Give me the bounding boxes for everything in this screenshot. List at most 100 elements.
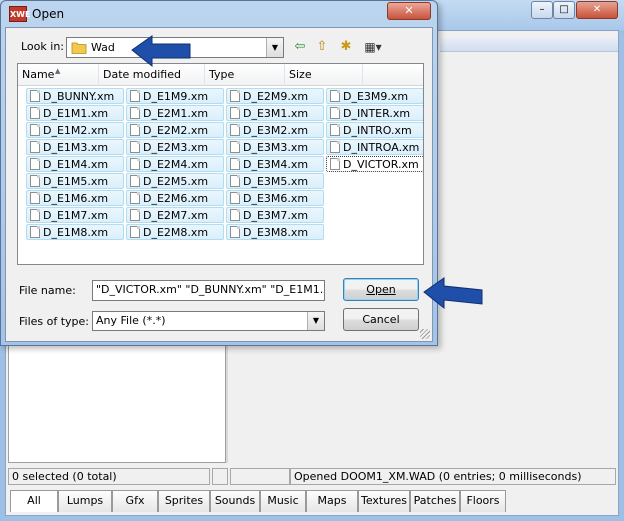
cancel-button[interactable]: Cancel: [343, 308, 419, 331]
file-name: D_E3M3.xm: [243, 141, 309, 154]
tab-all[interactable]: All: [10, 490, 58, 512]
file-item[interactable]: D_E3M4.xm: [226, 156, 324, 172]
file-icon: [130, 175, 140, 187]
dialog-close-button[interactable]: ✕: [387, 2, 431, 20]
file-item[interactable]: D_INTER.xm: [326, 105, 423, 121]
file-name: D_VICTOR.xm: [343, 158, 419, 171]
file-icon: [230, 141, 240, 153]
file-item[interactable]: D_E3M7.xm: [226, 207, 324, 223]
file-name: D_INTRO.xm: [343, 124, 412, 137]
status-message: Opened DOOM1_XM.WAD (0 entries; 0 millis…: [290, 468, 616, 485]
file-item[interactable]: D_E2M9.xm: [226, 88, 324, 104]
entry-list-panel[interactable]: [8, 337, 226, 463]
minimize-button[interactable]: –: [531, 1, 553, 19]
file-item[interactable]: D_E1M8.xm: [26, 224, 124, 240]
file-list[interactable]: ▲ Name Date modified Type Size D_BUNNY.x…: [17, 63, 424, 265]
file-name: D_E2M9.xm: [243, 90, 309, 103]
maximize-button[interactable]: □: [553, 1, 575, 19]
file-icon: [30, 192, 40, 204]
file-item[interactable]: D_E1M7.xm: [26, 207, 124, 223]
file-item[interactable]: D_E2M2.xm: [126, 122, 224, 138]
file-item[interactable]: D_E2M8.xm: [126, 224, 224, 240]
dialog-body: Look in: Wad ▼ ⇦ ⇧ ✱ ▦▾ ▲ Name Date modi…: [5, 27, 433, 342]
open-button-label: Open: [366, 283, 396, 296]
file-item[interactable]: D_E1M5.xm: [26, 173, 124, 189]
file-item[interactable]: D_INTRO.xm: [326, 122, 423, 138]
tab-sounds[interactable]: Sounds: [210, 490, 260, 512]
file-item[interactable]: D_E2M4.xm: [126, 156, 224, 172]
tab-patches[interactable]: Patches: [410, 490, 460, 512]
file-name: D_E1M5.xm: [43, 175, 109, 188]
file-name: D_E2M1.xm: [143, 107, 209, 120]
file-item[interactable]: D_E1M2.xm: [26, 122, 124, 138]
file-icon: [230, 175, 240, 187]
file-icon: [130, 124, 140, 136]
file-item[interactable]: D_E3M1.xm: [226, 105, 324, 121]
open-button[interactable]: Open: [343, 278, 419, 301]
tab-lumps[interactable]: Lumps: [58, 490, 112, 512]
xwe-app-icon: XWE: [9, 6, 30, 22]
resize-grip[interactable]: [420, 329, 430, 339]
file-item[interactable]: D_E2M7.xm: [126, 207, 224, 223]
column-name-label: Name: [22, 68, 55, 81]
file-name: D_E2M6.xm: [143, 192, 209, 205]
file-name: D_E2M3.xm: [143, 141, 209, 154]
file-icon: [30, 107, 40, 119]
file-item[interactable]: D_E3M2.xm: [226, 122, 324, 138]
file-item[interactable]: D_E2M5.xm: [126, 173, 224, 189]
view-menu-icon[interactable]: ▦▾: [359, 37, 387, 57]
file-item[interactable]: D_E3M3.xm: [226, 139, 324, 155]
look-in-label: Look in:: [21, 40, 64, 53]
column-size[interactable]: Size: [285, 64, 363, 86]
file-item[interactable]: D_E1M1.xm: [26, 105, 124, 121]
tab-gfx[interactable]: Gfx: [112, 490, 158, 512]
chevron-down-icon[interactable]: ▼: [266, 38, 283, 57]
file-item[interactable]: D_VICTOR.xm: [326, 156, 423, 172]
file-item[interactable]: D_E3M6.xm: [226, 190, 324, 206]
file-item[interactable]: D_E3M5.xm: [226, 173, 324, 189]
file-name: D_E2M2.xm: [143, 124, 209, 137]
folder-icon: [71, 42, 87, 54]
dialog-titlebar[interactable]: XWE Open ✕: [1, 1, 437, 27]
back-arrow-icon[interactable]: ⇦: [289, 37, 311, 57]
up-folder-icon[interactable]: ⇧: [311, 37, 333, 57]
new-folder-icon[interactable]: ✱: [335, 37, 357, 57]
annotation-arrow-icon: [131, 35, 191, 68]
column-type[interactable]: Type: [205, 64, 285, 86]
file-icon: [130, 141, 140, 153]
chevron-down-icon[interactable]: ▼: [307, 312, 324, 330]
file-item[interactable]: D_E1M6.xm: [26, 190, 124, 206]
tab-maps[interactable]: Maps: [306, 490, 358, 512]
file-name: D_E3M6.xm: [243, 192, 309, 205]
column-name[interactable]: ▲ Name: [18, 64, 99, 86]
file-item[interactable]: D_E2M3.xm: [126, 139, 224, 155]
annotation-arrow-icon: [423, 277, 483, 310]
file-item[interactable]: D_E1M9.xm: [126, 88, 224, 104]
sort-ascending-icon: ▲: [55, 67, 61, 75]
file-name: D_E1M2.xm: [43, 124, 109, 137]
file-icon: [230, 209, 240, 221]
file-item[interactable]: D_E2M6.xm: [126, 190, 224, 206]
file-name-input[interactable]: "D_VICTOR.xm" "D_BUNNY.xm" "D_E1M1.xm: [92, 280, 325, 301]
file-name: D_E2M8.xm: [143, 226, 209, 239]
panel-splitter[interactable]: [226, 337, 228, 463]
file-name: D_E2M5.xm: [143, 175, 209, 188]
file-item[interactable]: D_E1M3.xm: [26, 139, 124, 155]
tab-textures[interactable]: Textures: [358, 490, 410, 512]
tab-floors[interactable]: Floors: [460, 490, 506, 512]
file-item[interactable]: D_E2M1.xm: [126, 105, 224, 121]
column-header: ▲ Name Date modified Type Size: [18, 64, 423, 86]
app-close-button[interactable]: ✕: [576, 1, 618, 19]
file-icon: [330, 158, 340, 170]
file-item[interactable]: D_E1M4.xm: [26, 156, 124, 172]
file-icon: [230, 90, 240, 102]
file-type-select[interactable]: Any File (*.*) ▼: [92, 311, 325, 331]
file-item[interactable]: D_BUNNY.xm: [26, 88, 124, 104]
file-name: D_E1M1.xm: [43, 107, 109, 120]
file-icon: [330, 124, 340, 136]
file-item[interactable]: D_INTROA.xm: [326, 139, 423, 155]
file-item[interactable]: D_E3M9.xm: [326, 88, 423, 104]
tab-music[interactable]: Music: [260, 490, 306, 512]
file-item[interactable]: D_E3M8.xm: [226, 224, 324, 240]
tab-sprites[interactable]: Sprites: [158, 490, 210, 512]
